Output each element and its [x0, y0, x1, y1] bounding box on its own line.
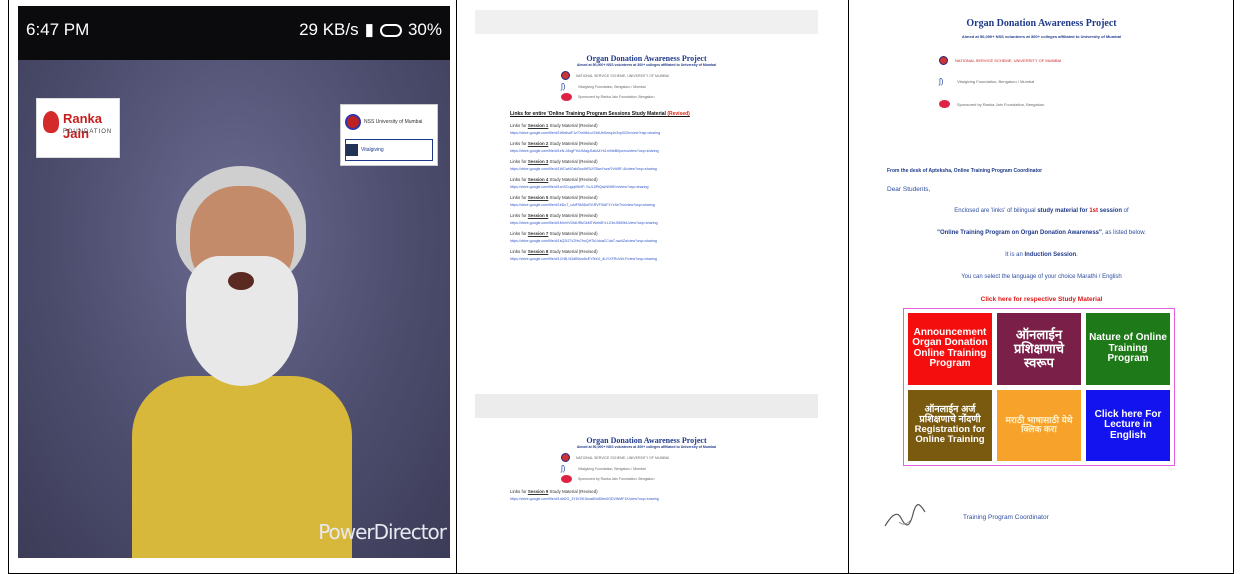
logo-name: Ranka Jain [63, 111, 103, 141]
session-link[interactable]: https://drive.google.com/file/d/1xnSCugq… [510, 185, 810, 189]
project-subtitle: Aimed at 50,000+ NSS volunteers at 300+ … [576, 445, 717, 449]
project-title: Organ Donation Awareness Project [966, 18, 1117, 29]
session-link[interactable]: https://drive.google.com/file/d/1kQ2fJ7V… [510, 239, 810, 243]
vitalgiving-text: Vitalgiving [361, 147, 384, 153]
session-link[interactable]: https://drive.google.com/file/d/1WCwNOsb… [510, 167, 810, 171]
page-gap [475, 394, 818, 418]
session-link[interactable]: https://drive.google.com/file/d/1CNB-N3d… [510, 257, 810, 261]
status-time: 6:47 PM [26, 20, 90, 39]
vitalgiving-icon: ʃ) [561, 464, 566, 473]
links-heading: Links for entire 'Online Training Progra… [510, 111, 690, 117]
ranka-jain-logo: Ranka Jain FOUNDATION [36, 98, 120, 158]
session-list: Links for Session 1 Study Material (Revi… [475, 123, 818, 261]
session-label: Links for Session 8 Study Material (Revi… [510, 249, 598, 254]
foundation-mark-icon [43, 111, 59, 133]
nss-logo-text: NSS University of Mumbai [364, 119, 423, 125]
tile-nature-program[interactable]: Nature of Online Training Program [1086, 313, 1170, 385]
network-speed: 29 KB/s [299, 20, 359, 39]
project-subtitle: Aimed at 50,000+ NSS volunteers at 300+ … [961, 34, 1122, 39]
vitalgiving-icon [346, 144, 358, 156]
session-label: Links for Session 2 Study Material (Revi… [510, 141, 598, 146]
session-label: Links for Session 7 Study Material (Revi… [510, 231, 598, 236]
signature-icon [884, 504, 926, 527]
letter-paragraph-4: You can select the language of your choi… [961, 274, 1122, 280]
nss-logo: NSS University of Mumbai Vitalgiving [340, 104, 438, 166]
watermark: PowerDirector [318, 520, 447, 544]
vitalgiving-icon: ʃ) [561, 82, 566, 91]
letter-paragraph-2: "Online Training Program on Organ Donati… [937, 230, 1146, 236]
ranka-jain-icon [561, 475, 572, 483]
nss-emblem-icon [345, 114, 361, 130]
logo-sub: FOUNDATION [63, 129, 113, 135]
status-bar: 6:47 PM 29 KB/s ▮ 30% [18, 6, 450, 60]
links-column: Organ Donation Awareness Project Aimed a… [456, 0, 848, 574]
session-label: Links for Session 9 Study Material (Revi… [510, 489, 598, 494]
letter-paragraph-3: It is an Induction Session. [1005, 252, 1078, 258]
session-link[interactable]: https://drive.google.com/file/d/1Wb8sdF1… [510, 131, 810, 135]
links-document-page-2[interactable]: Organ Donation Awareness Project Aimed a… [475, 418, 818, 568]
project-title: Organ Donation Awareness Project [586, 54, 707, 63]
battery-level: 30% [407, 20, 442, 39]
coordinator-title: Training Program Coordinator [963, 514, 1049, 521]
session-label: Links for Session 6 Study Material (Revi… [510, 213, 598, 218]
session-link[interactable]: https://drive.google.com/file/d/1eN-J8xg… [510, 149, 810, 153]
nss-emblem-icon [561, 71, 570, 80]
battery-icon [379, 23, 402, 37]
session-link[interactable]: https://drive.google.com/file/d/1MmVVDfd… [510, 221, 810, 225]
session-label: Links for Session 4 Study Material (Revi… [510, 177, 598, 182]
project-subtitle: Aimed at 50,000+ NSS volunteers at 300+ … [576, 63, 717, 67]
project-title: Organ Donation Awareness Project [586, 436, 707, 445]
page-gap-top [475, 10, 818, 34]
tile-marathi-nature[interactable]: ऑनलाईन प्रशिक्षणाचे स्वरूप [997, 313, 1081, 385]
links-document-page[interactable]: Organ Donation Awareness Project Aimed a… [475, 34, 818, 394]
video-column: 6:47 PM 29 KB/s ▮ 30% Ranka Jain FOUNDAT… [8, 0, 456, 574]
tile-announcement[interactable]: Announcement Organ Donation Online Train… [908, 313, 992, 385]
letter-document: Organ Donation Awareness Project Aimed a… [875, 12, 1208, 564]
tile-registration[interactable]: ऑनलाईन अर्ज प्रशिक्षणाचे नोंदणी Registra… [908, 389, 992, 461]
vitalgiving-icon: ʃ) [939, 77, 944, 86]
status-right: 29 KB/s ▮ 30% [299, 20, 442, 40]
session-label: Links for Session 3 Study Material (Revi… [510, 159, 598, 164]
nss-emblem-icon [939, 56, 948, 65]
click-here-heading: Click here for respective Study Material [980, 296, 1103, 303]
signal-icon: ▮ [364, 20, 374, 39]
letter-column: Organ Donation Awareness Project Aimed a… [848, 0, 1234, 574]
letter-from: From the desk of Apteksha, Online Traini… [887, 168, 1043, 174]
speaker-figure [132, 156, 352, 558]
phone-screenshot: 6:47 PM 29 KB/s ▮ 30% Ranka Jain FOUNDAT… [18, 6, 450, 558]
nss-emblem-icon [561, 453, 570, 462]
ranka-jain-icon [561, 93, 572, 101]
letter-salutation: Dear Students, [887, 186, 931, 193]
tile-english-lecture[interactable]: Click here For Lecture in English [1086, 389, 1170, 461]
video-frame: Ranka Jain FOUNDATION NSS University of … [18, 60, 450, 558]
ranka-jain-icon [939, 100, 950, 108]
study-material-grid: Announcement Organ Donation Online Train… [903, 308, 1175, 466]
session-label: Links for Session 1 Study Material (Revi… [510, 123, 598, 128]
letter-paragraph-1: Enclosed are 'links' of bilingual study … [954, 208, 1129, 214]
tile-marathi-click[interactable]: मराठी भाषासाठी येथे क्लिक करा [997, 389, 1081, 461]
session-label: Links for Session 5 Study Material (Revi… [510, 195, 598, 200]
session-link[interactable]: https://drive.google.com/file/d/1bDcT_uA… [510, 203, 810, 207]
session-link[interactable]: https://drive.google.com/file/d/1dtrDG_3… [510, 497, 810, 501]
